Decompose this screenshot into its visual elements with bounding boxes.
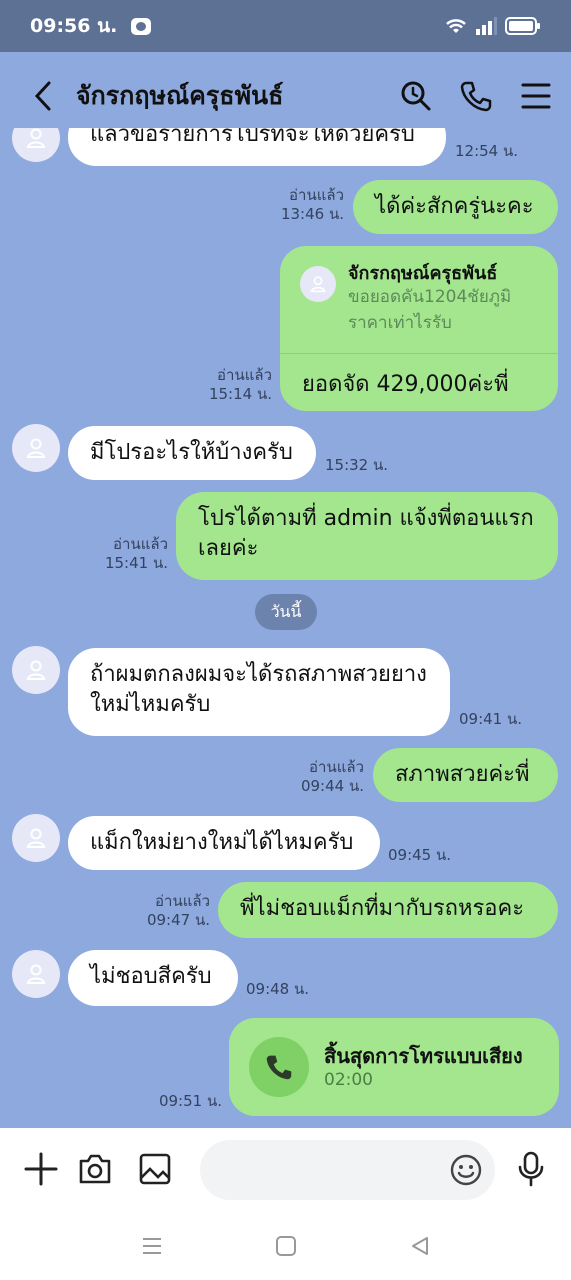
status-bar: 09:56 น. [0,0,571,52]
message-text: พี่ไม่ชอบแม็กที่มากับรถหรอคะ [240,896,525,921]
contact-subtitle: ขอยอดคัน1204ชัยภูมิ ราคาเท่าไรรับ [348,287,512,333]
square-icon [275,1236,296,1256]
notification-icon [131,17,152,35]
contact-share-card[interactable]: จักรกฤษณ์ครุธพันธ์ ขอยอดคัน1204ชัยภูมิ ร… [280,246,558,411]
message-meta: อ่านแล้ว 15:14 น. [208,366,272,404]
message-time: 09:47 น. [146,911,210,929]
read-receipt: อ่านแล้ว [113,535,168,553]
user-icon [26,828,46,848]
chevron-left-icon [34,81,51,111]
message-meta: อ่านแล้ว 09:44 น. [300,758,364,796]
phone-icon [460,81,492,112]
avatar[interactable] [12,646,60,694]
message-text: โปรได้ตามที่ admin แจ้งพี่ตอนแรกเลยค่ะ [198,506,534,561]
message-time: 09:48 น. [246,980,310,998]
message-text: มีโปรอะไรให้บ้างครับ [90,440,293,465]
menu-button[interactable] [519,79,553,113]
wifi-icon [446,19,466,33]
message-bubble-incoming[interactable]: แล้วขอรายการโปรที่จะให้ด้วยครับ [68,128,446,166]
system-nav-bar [0,1212,571,1280]
battery-icon [505,17,540,35]
avatar[interactable] [12,814,60,862]
chat-header: จักรกฤษณ์ครุธพันธ์ [0,52,571,140]
microphone-icon [518,1151,544,1187]
user-icon [26,438,46,458]
message-bubble-incoming[interactable]: แม็กใหม่ยางใหม่ได้ไหมครับ [68,816,380,870]
status-time: 09:56 น. [30,15,118,37]
read-receipt: อ่านแล้ว [155,892,210,910]
avatar[interactable] [12,950,60,998]
search-icon [401,81,431,111]
message-text: แม็กใหม่ยางใหม่ได้ไหมครับ [90,830,354,855]
message-text: ได้ค่ะสักครู่นะคะ [375,194,534,219]
camera-button[interactable] [78,1152,112,1186]
message-input-container [200,1140,495,1200]
message-text: สภาพสวยค่ะพี่ [395,762,530,787]
search-button[interactable] [399,79,433,113]
user-icon [310,276,326,293]
message-time: 12:54 น. [455,142,519,160]
camera-icon [79,1154,111,1184]
user-icon [26,660,46,680]
message-text: แล้วขอรายการโปรที่จะให้ด้วยครับ [90,128,415,147]
message-meta: อ่านแล้ว 09:47 น. [146,892,210,930]
call-title: สิ้นสุดการโทรแบบเสียง [324,1044,523,1068]
status-indicators [445,17,541,35]
triangle-back-icon [411,1237,428,1255]
emoji-button[interactable] [449,1153,483,1187]
phone-icon [266,1055,292,1080]
home-button[interactable] [269,1229,303,1263]
gallery-button[interactable] [138,1152,172,1186]
message-time: 09:44 น. [300,777,364,795]
recents-button[interactable] [135,1229,169,1263]
avatar[interactable] [12,128,60,162]
read-receipt: อ่านแล้ว [217,366,272,384]
user-icon [26,128,46,148]
signal-icon [476,17,497,35]
message-time: 09:41 น. [459,710,523,728]
back-button[interactable] [26,79,60,113]
read-receipt: อ่านแล้ว [289,186,344,204]
emoji-icon [450,1154,482,1186]
message-time: 15:41 น. [104,554,168,572]
call-duration: 02:00 [324,1070,373,1090]
voice-button[interactable] [514,1151,548,1187]
message-time: 15:32 น. [325,456,389,474]
plus-icon [24,1152,58,1186]
message-bubble-outgoing[interactable]: พี่ไม่ชอบแม็กที่มากับรถหรอคะ [218,882,558,938]
message-meta: อ่านแล้ว 15:41 น. [104,535,168,573]
message-bubble-incoming[interactable]: ไม่ชอบสีครับ [68,950,238,1006]
message-bubble-outgoing[interactable]: โปรได้ตามที่ admin แจ้งพี่ตอนแรกเลยค่ะ [176,492,558,580]
message-bubble-outgoing[interactable]: ได้ค่ะสักครู่นะคะ [353,180,558,234]
menu-icon [142,1238,161,1254]
call-circle [249,1037,309,1097]
image-icon [139,1153,171,1185]
menu-icon [521,83,551,109]
call-ended-card[interactable]: สิ้นสุดการโทรแบบเสียง 02:00 [229,1018,559,1116]
back-nav-button[interactable] [403,1229,437,1263]
read-receipt: อ่านแล้ว [309,758,364,776]
message-text: ยอดจัด 429,000ค่ะพี่ [302,372,509,397]
message-bubble-incoming[interactable]: มีโปรอะไรให้บ้างครับ [68,426,316,480]
add-button[interactable] [24,1152,58,1186]
user-icon [26,964,46,984]
message-bubble-outgoing[interactable]: สภาพสวยค่ะพี่ [373,748,558,802]
message-bubble-incoming[interactable]: ถ้าผมตกลงผมจะได้รถสภาพสวยยางใหม่ไหมครับ [68,648,450,736]
message-text: ไม่ชอบสีครับ [90,964,212,989]
message-text: ถ้าผมตกลงผมจะได้รถสภาพสวยยางใหม่ไหมครับ [90,662,427,717]
message-input-bar [0,1128,571,1212]
message-time: 15:14 น. [208,385,272,403]
message-input[interactable] [200,1140,430,1200]
message-time: 09:45 น. [388,846,452,864]
contact-avatar [300,266,336,302]
contact-name: จักรกฤษณ์ครุธพันธ์ [348,263,498,284]
message-meta: อ่านแล้ว 13:46 น. [280,186,344,224]
chat-messages[interactable]: แล้วขอรายการโปรที่จะให้ด้วยครับ 12:54 น.… [0,128,571,1128]
date-divider: วันนี้ [255,594,317,630]
message-time: 13:46 น. [280,205,344,223]
avatar[interactable] [12,424,60,472]
call-button[interactable] [459,79,493,113]
message-time: 09:51 น. [158,1092,222,1110]
chat-title: จักรกฤษณ์ครุธพันธ์ [76,81,284,110]
